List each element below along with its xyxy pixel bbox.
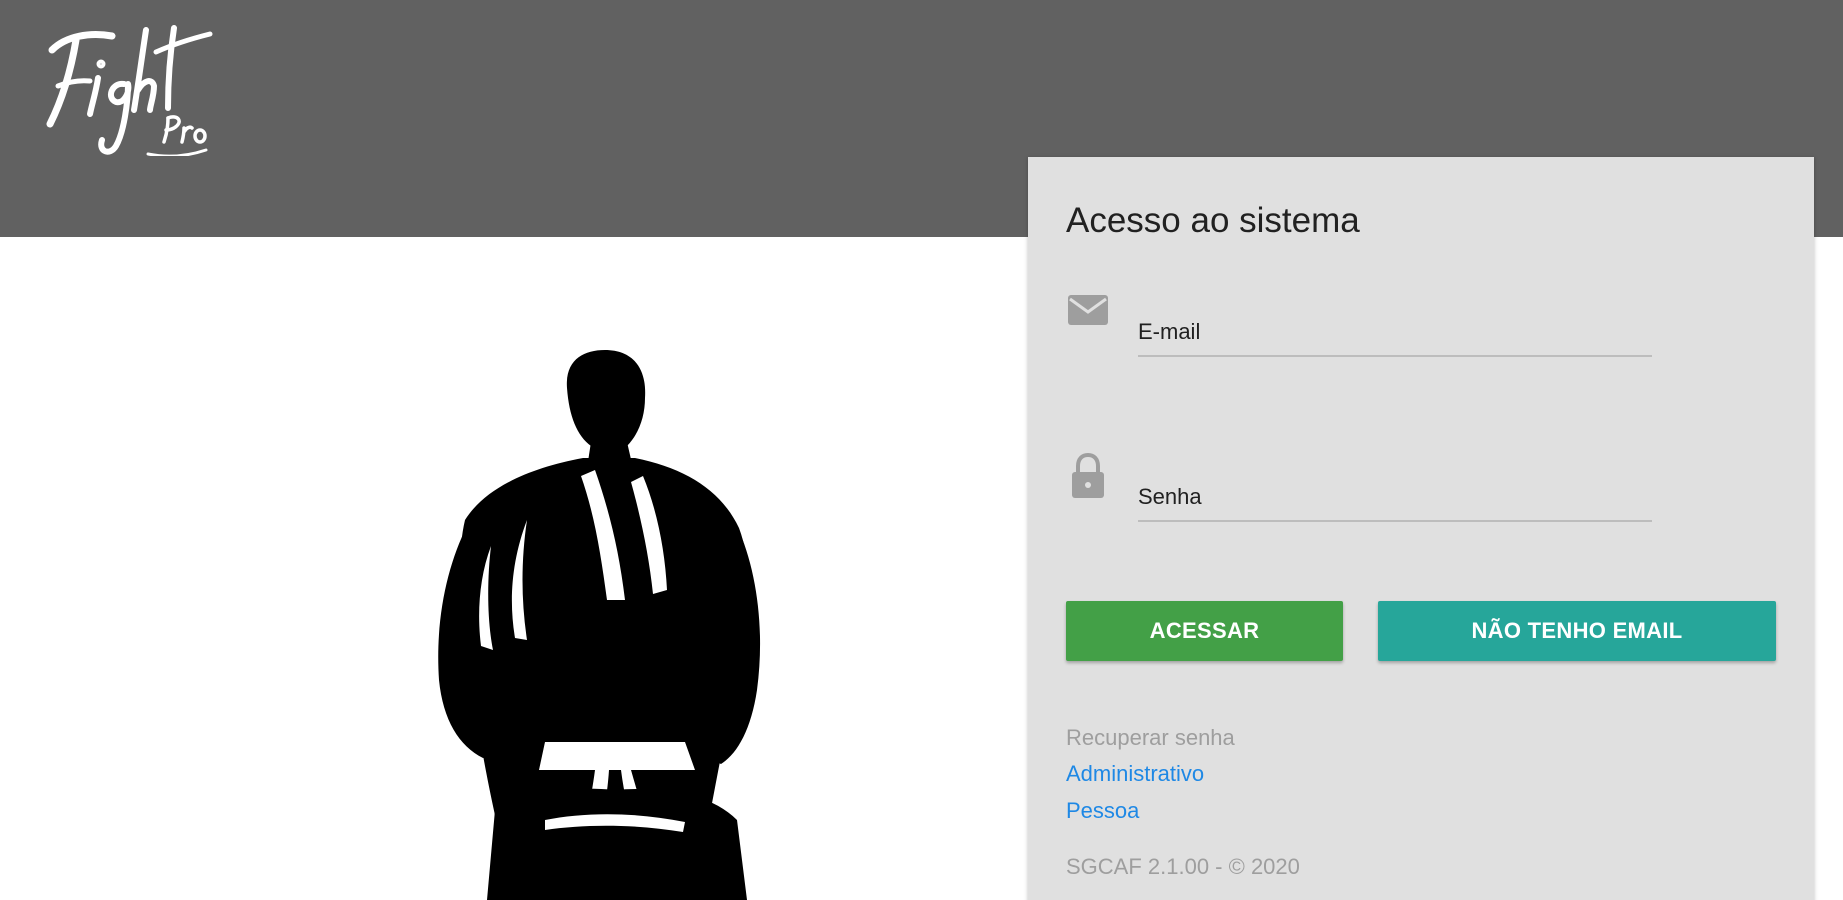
- fight-pro-logo: [46, 25, 213, 156]
- login-page: Acesso ao sistema ACESSAR NÃO TENHO EMAI…: [0, 0, 1843, 900]
- login-title: Acesso ao sistema: [1066, 201, 1360, 240]
- login-button[interactable]: ACESSAR: [1066, 601, 1343, 661]
- envelope-icon: [1068, 295, 1108, 325]
- email-field-group: [1066, 287, 1686, 367]
- password-input[interactable]: [1138, 480, 1652, 522]
- person-recover-link[interactable]: Pessoa: [1066, 798, 1139, 824]
- login-card: Acesso ao sistema ACESSAR NÃO TENHO EMAI…: [1028, 157, 1814, 900]
- version-footer: SGCAF 2.1.00 - © 2020: [1066, 854, 1300, 879]
- recover-password-label: Recuperar senha: [1066, 725, 1235, 750]
- no-email-button[interactable]: NÃO TENHO EMAIL: [1378, 601, 1776, 661]
- fighter-silhouette-image: [438, 350, 761, 900]
- lock-icon: [1072, 452, 1104, 498]
- password-field-group: [1066, 452, 1686, 532]
- email-input[interactable]: [1138, 315, 1652, 357]
- admin-recover-link[interactable]: Administrativo: [1066, 761, 1204, 787]
